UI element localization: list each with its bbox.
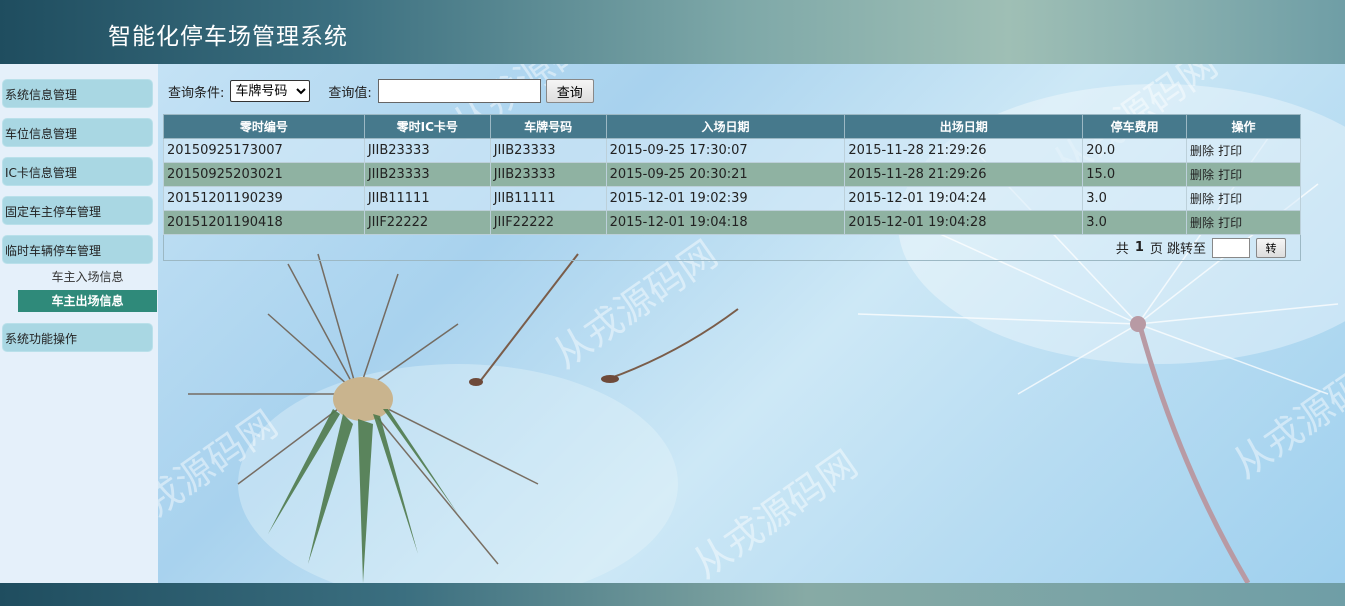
cell-temp-id: 20150925203021 [163,162,365,187]
value-label: 查询值: [328,85,372,101]
cell-actions: 删除 打印 [1186,210,1301,235]
cell-entry-date: 2015-09-25 17:30:07 [605,138,846,163]
column-header-temp-ic-card: 零时IC卡号 [363,114,491,139]
cell-exit-date: 2015-12-01 19:04:24 [844,186,1084,211]
header-bar: 智能化停车场管理系统 [0,0,1345,64]
sidebar-item-system-functions[interactable]: 系统功能操作 [2,323,153,352]
cell-ic-card: JIIB11111 [363,186,491,211]
cell-entry-date: 2015-12-01 19:04:18 [605,210,846,235]
column-header-temp-id: 零时编号 [163,114,365,139]
cell-temp-id: 20151201190239 [163,186,365,211]
exit-records-table: 零时编号 零时IC卡号 车牌号码 入场日期 出场日期 停车费用 操作 20150… [163,114,1301,235]
condition-select[interactable]: 车牌号码 [230,80,311,102]
search-bar: 查询条件: 车牌号码 查询值: 查询 [168,78,594,104]
cell-entry-date: 2015-09-25 20:30:21 [605,162,846,187]
search-input[interactable] [377,79,541,103]
table-row: 20150925203021 JIIB23333 JIIB23333 2015-… [163,162,1301,187]
cell-temp-id: 20150925173007 [163,138,365,163]
table-row: 20151201190239 JIIB11111 JIIB11111 2015-… [163,186,1301,211]
sidebar-item-fixed-owner[interactable]: 固定车主停车管理 [2,196,153,225]
print-link[interactable]: 打印 [1218,168,1242,182]
cell-actions: 删除 打印 [1186,186,1301,211]
pager-suffix: 页 跳转至 [1149,242,1206,257]
cell-fee: 20.0 [1082,138,1188,163]
cell-exit-date: 2015-11-28 21:29:26 [844,162,1084,187]
pagination: 共 1 页 跳转至 转 [163,235,1301,261]
table-row: 20151201190418 JIIF22222 JIIF22222 2015-… [163,210,1301,235]
cell-ic-card: JIIF22222 [363,210,491,235]
cell-temp-id: 20151201190418 [163,210,365,235]
sidebar-item-temp-vehicle[interactable]: 临时车辆停车管理 [2,235,153,264]
pager-prefix: 共 [1115,242,1129,257]
table-header-row: 零时编号 零时IC卡号 车牌号码 入场日期 出场日期 停车费用 操作 [163,114,1301,139]
print-link[interactable]: 打印 [1218,192,1242,206]
cell-plate: JIIB23333 [489,162,607,187]
sidebar-item-ic-card[interactable]: IC卡信息管理 [2,157,153,186]
delete-link[interactable]: 删除 [1190,192,1214,206]
column-header-actions: 操作 [1186,114,1301,139]
cell-ic-card: JIIB23333 [363,138,491,163]
page-go-button[interactable]: 转 [1256,237,1286,258]
delete-link[interactable]: 删除 [1190,144,1214,158]
sidebar: 系统信息管理 车位信息管理 IC卡信息管理 固定车主停车管理 临时车辆停车管理 … [0,64,158,583]
sidebar-subitem-entry-info[interactable]: 车主入场信息 [18,266,157,288]
cell-plate: JIIF22222 [489,210,607,235]
cell-exit-date: 2015-11-28 21:29:26 [844,138,1084,163]
column-header-parking-fee: 停车费用 [1082,114,1188,139]
condition-label: 查询条件: [168,85,225,101]
cell-plate: JIIB11111 [489,186,607,211]
sidebar-item-parking-space[interactable]: 车位信息管理 [2,118,153,147]
column-header-entry-date: 入场日期 [605,114,846,139]
table-row: 20150925173007 JIIB23333 JIIB23333 2015-… [163,138,1301,163]
cell-actions: 删除 打印 [1186,162,1301,187]
print-link[interactable]: 打印 [1218,144,1242,158]
app-title: 智能化停车场管理系统 [108,24,348,50]
delete-link[interactable]: 删除 [1190,168,1214,182]
search-button[interactable]: 查询 [545,79,594,103]
sidebar-subitem-exit-info[interactable]: 车主出场信息 [18,290,157,312]
cell-fee: 15.0 [1082,162,1188,187]
column-header-plate-number: 车牌号码 [489,114,607,139]
pager-total-pages: 1 [1134,240,1144,255]
page-jump-input[interactable] [1212,237,1250,258]
cell-ic-card: JIIB23333 [363,162,491,187]
cell-fee: 3.0 [1082,186,1188,211]
cell-fee: 3.0 [1082,210,1188,235]
sidebar-item-system-info[interactable]: 系统信息管理 [2,79,153,108]
print-link[interactable]: 打印 [1218,216,1242,230]
cell-actions: 删除 打印 [1186,138,1301,163]
column-header-exit-date: 出场日期 [844,114,1084,139]
cell-entry-date: 2015-12-01 19:02:39 [605,186,846,211]
delete-link[interactable]: 删除 [1190,216,1214,230]
footer-bar [0,583,1345,606]
cell-exit-date: 2015-12-01 19:04:28 [844,210,1084,235]
cell-plate: JIIB23333 [489,138,607,163]
